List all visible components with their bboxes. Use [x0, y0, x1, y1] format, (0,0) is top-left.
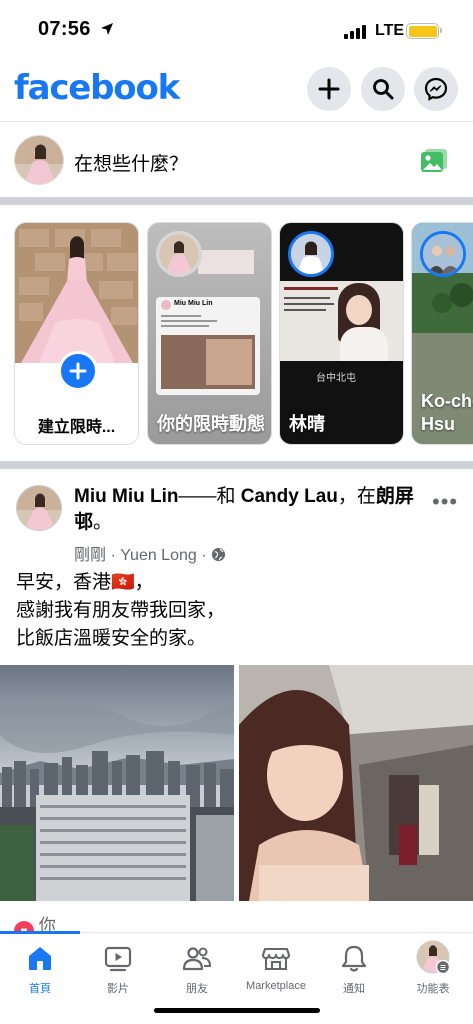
- post-author-avatar[interactable]: [16, 485, 62, 531]
- messenger-icon: [424, 77, 448, 101]
- add-story-button[interactable]: [58, 351, 98, 391]
- section-divider: [0, 461, 473, 469]
- bell-icon: [341, 945, 367, 972]
- create-story-label: 建立限時...: [37, 419, 116, 436]
- post-body: 早安，香港🇭🇰， 感謝我有朋友帶我回家， 比飯店溫暖安全的家。: [16, 569, 225, 653]
- status-composer: 在想些什麼？: [0, 121, 473, 197]
- story-name: Ko-cheung Hsu: [421, 391, 473, 434]
- post-header-text: Miu Miu Lin——和 Candy Lau，在朗屏邨。: [74, 484, 434, 536]
- post-suffix: 。: [93, 512, 113, 533]
- composer-placeholder[interactable]: 在想些什麼？: [74, 149, 188, 176]
- post-photo-city[interactable]: [0, 665, 234, 901]
- tab-label: 通知: [343, 983, 365, 995]
- battery-icon: [406, 23, 442, 39]
- tab-video[interactable]: 影片: [78, 933, 158, 1003]
- tab-label: 影片: [107, 983, 129, 995]
- friends-icon: [182, 947, 212, 971]
- clock: 07:56: [38, 18, 91, 40]
- tab-label: 功能表: [416, 983, 450, 995]
- story-caption: 台中北屯: [316, 373, 356, 384]
- meta-dot: ·: [201, 547, 212, 564]
- post-photo-selfie[interactable]: [239, 665, 473, 901]
- post-meta: 剛剛 · Yuen Long ·: [74, 541, 226, 565]
- tab-friends[interactable]: 朋友: [157, 933, 237, 1003]
- post-time[interactable]: 剛剛: [74, 547, 106, 564]
- post-text-line: 早安，香港🇭🇰，: [16, 572, 154, 593]
- post-author-name[interactable]: Miu Miu Lin: [74, 486, 178, 507]
- section-divider: [0, 197, 473, 205]
- story-profile-photo: [15, 223, 138, 363]
- facebook-logo[interactable]: facebook: [14, 68, 180, 108]
- signal-icon: [344, 25, 366, 39]
- globe-icon: [211, 547, 226, 562]
- video-icon: [104, 946, 132, 972]
- search-button[interactable]: [361, 67, 405, 111]
- post-place[interactable]: Yuen Long: [120, 547, 197, 564]
- story-image: [280, 281, 403, 361]
- search-icon: [373, 79, 394, 100]
- tab-label: Marketplace: [246, 980, 306, 992]
- marketplace-icon: [261, 947, 291, 971]
- create-story-card[interactable]: 建立限時...: [14, 222, 139, 445]
- post-location-prefix: ，在: [337, 486, 376, 507]
- post-photos: [0, 665, 473, 901]
- home-icon: [29, 947, 51, 970]
- status-bar: 07:56 LTE: [0, 0, 473, 60]
- meta-dot: ·: [110, 547, 121, 564]
- tab-label: 朋友: [186, 983, 208, 995]
- story-name: 你的限時動態: [157, 414, 265, 434]
- messenger-button[interactable]: [414, 67, 458, 111]
- top-header: facebook: [0, 60, 473, 120]
- story-name: 林晴: [289, 414, 325, 434]
- location-arrow-icon: [101, 23, 113, 35]
- tab-menu[interactable]: 功能表: [393, 933, 473, 1003]
- home-indicator: [154, 1008, 320, 1013]
- post-tagged-name[interactable]: Candy Lau: [241, 486, 338, 507]
- tab-home[interactable]: 首頁: [0, 933, 80, 1003]
- more-options-icon[interactable]: •••: [432, 489, 458, 515]
- network-type: LTE: [375, 22, 405, 39]
- story-card-linqing[interactable]: 台中北屯 林晴: [279, 222, 404, 445]
- photo-icon[interactable]: [420, 148, 448, 174]
- post-connector: ——和: [178, 486, 241, 507]
- avatar[interactable]: [14, 135, 64, 185]
- post-text-line: 感謝我有朋友帶我回家，: [16, 600, 226, 621]
- stories-tray: 建立限時... Miu Miu Lin 你的限時動態 台中北屯 林晴 Ko-ch…: [0, 206, 473, 461]
- plus-icon: [318, 78, 340, 100]
- story-inner-name: Miu Miu Lin: [174, 300, 213, 307]
- menu-avatar: [416, 940, 451, 975]
- story-post-preview: Miu Miu Lin: [156, 297, 260, 395]
- post-text-line: 比飯店溫暖安全的家。: [16, 628, 207, 649]
- tab-marketplace[interactable]: Marketplace: [236, 933, 316, 1003]
- story-card-kocheung[interactable]: Ko-cheung Hsu: [411, 222, 473, 445]
- create-button[interactable]: [307, 67, 351, 111]
- your-story-card[interactable]: Miu Miu Lin 你的限時動態: [147, 222, 272, 445]
- tab-label: 首頁: [29, 983, 51, 995]
- tab-notifications[interactable]: 通知: [314, 933, 394, 1003]
- plus-icon: [69, 362, 87, 380]
